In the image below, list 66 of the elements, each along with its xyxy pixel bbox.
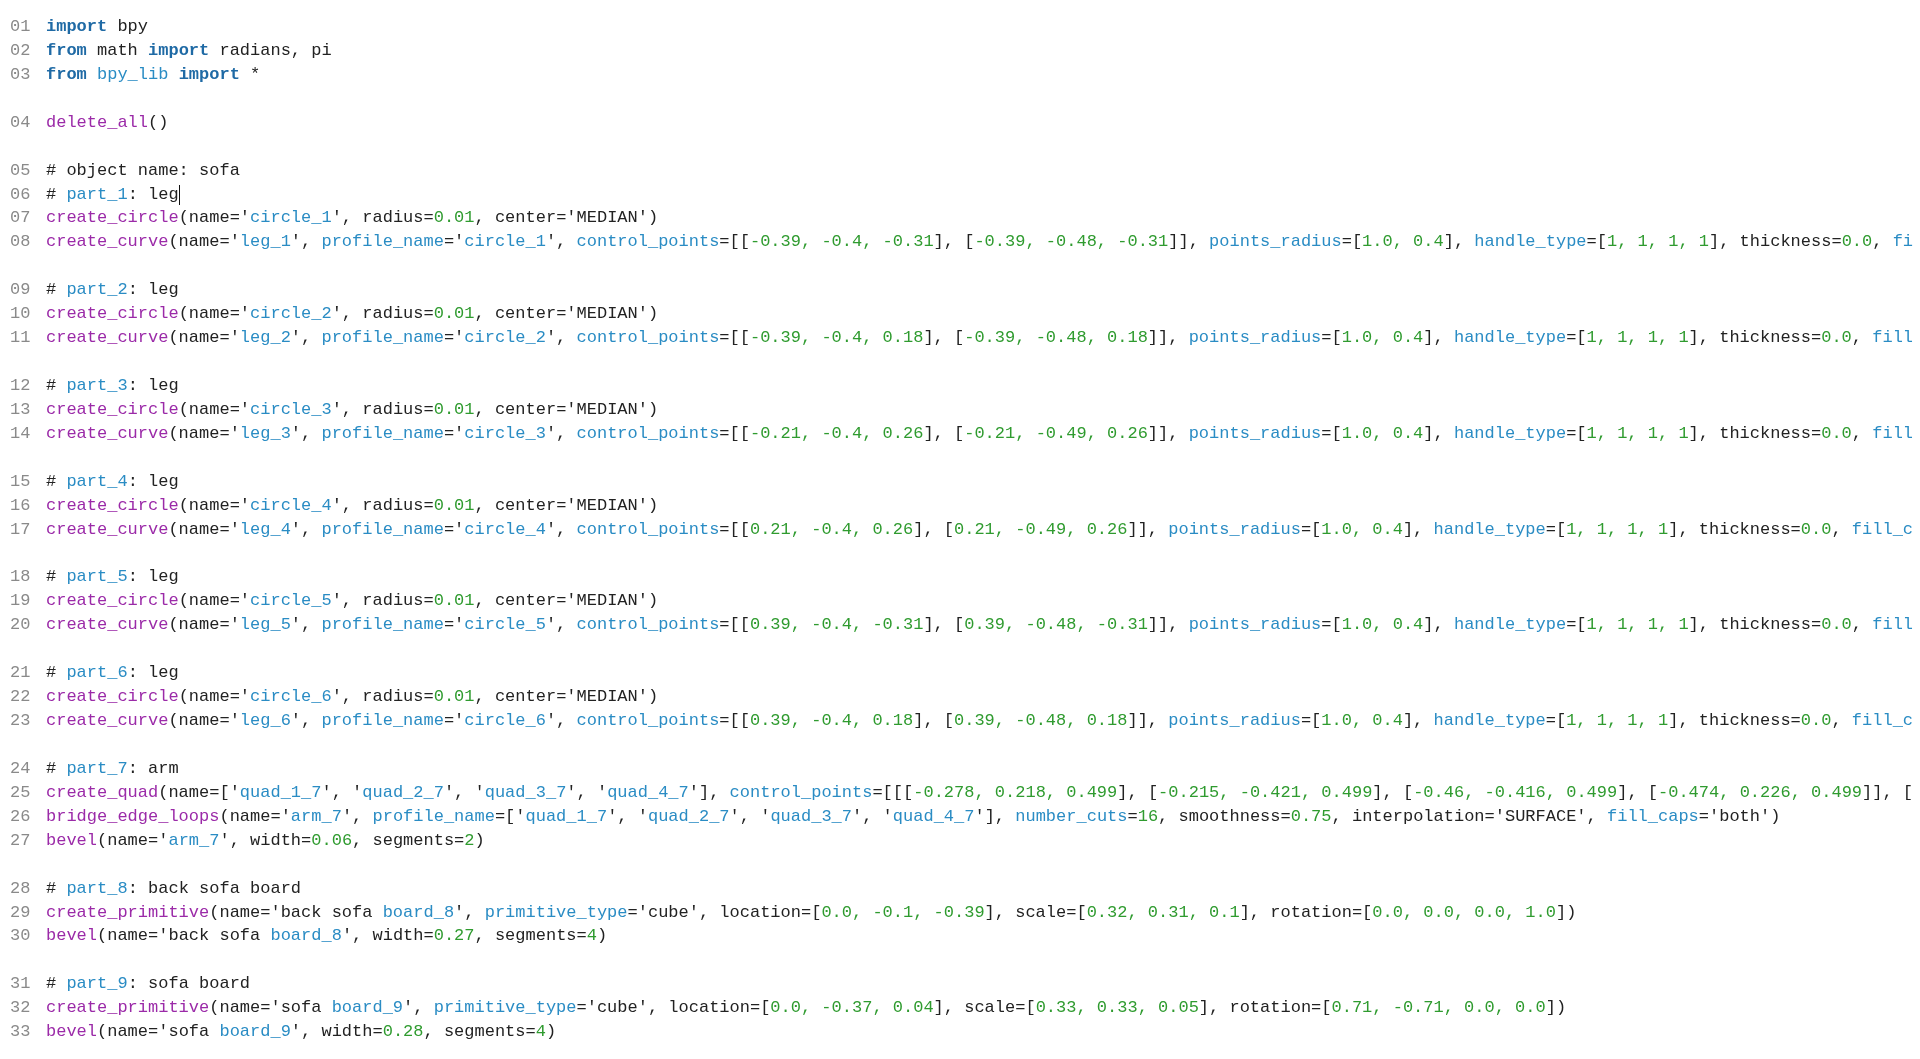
line-number: 19 [10, 590, 32, 613]
line-number: 17 [10, 518, 32, 541]
code-line: create_circle(name='circle_6', radius=0.01, center='MEDIAN') [46, 686, 659, 709]
line-number: 26 [10, 805, 32, 828]
code-line: create_quad(name=['quad_1_7', 'quad_2_7', 'quad_3_7', 'quad_4_7'], control_points=[[[-0.278, 0.218, 0.499], [-0.215, -0.421, 0.499], [-0.46, -0.416, 0.499], [-0.474, 0.226, 0.499]], [ [46, 781, 1914, 804]
line-number: 23 [10, 710, 32, 733]
code-line: create_circle(name='circle_3', radius=0.01, center='MEDIAN') [46, 398, 659, 421]
line-number: 06 [10, 183, 32, 206]
line-number: 01 [10, 16, 32, 38]
code-line: create_curve(name='leg_4', profile_name='circle_4', control_points=[[0.21, -0.4, 0.26], [0.21, -0.49, 0.26]], points_radius=[1.0, 0.4], handle_type=[1, 1, 1, 1], thickness=0.0, fill_c [46, 518, 1914, 541]
code-line: # object name: sofa [46, 159, 240, 182]
code-line: bevel(name='back sofa board_8', width=0.27, segments=4) [46, 925, 608, 948]
line-number: 21 [10, 662, 32, 685]
line-number: 24 [10, 757, 32, 780]
line-number: 11 [10, 327, 32, 350]
line-number: 30 [10, 925, 32, 948]
code-line: create_curve(name='leg_6', profile_name='circle_6', control_points=[[0.39, -0.4, 0.18], [0.39, -0.48, 0.18]], points_radius=[1.0, 0.4], handle_type=[1, 1, 1, 1], thickness=0.0, fill_c [46, 710, 1914, 733]
code-line: bridge_edge_loops(name='arm_7', profile_name=['quad_1_7', 'quad_2_7', 'quad_3_7', 'quad_4_7'], number_cuts=16, smoothness=0.75, interpolation='SURFACE', fill_caps='both') [46, 805, 1781, 828]
code-line: create_primitive(name='back sofa board_8', primitive_type='cube', location=[0.0, -0.1, -0.39], scale=[0.32, 0.31, 0.1], rotation=[0.0, 0.0, 0.0, 1.0]) [46, 901, 1577, 924]
line-number: 15 [10, 470, 32, 493]
code-line: bevel(name='sofa board_9', width=0.28, segments=4) [46, 1021, 557, 1044]
code-line: # part_6: leg [46, 662, 179, 685]
line-number: 25 [10, 781, 32, 804]
code-line: # part_2: leg [46, 279, 179, 302]
code-line: # part_7: arm [46, 757, 179, 780]
line-number: 10 [10, 303, 32, 326]
code-line: # part_3: leg [46, 375, 179, 397]
code-line: # part_8: back sofa board [46, 877, 302, 900]
line-number: 13 [10, 398, 32, 421]
code-line: # part_4: leg [46, 470, 179, 493]
code-line: create_curve(name='leg_3', profile_name='circle_3', control_points=[[-0.21, -0.4, 0.26], [-0.21, -0.49, 0.26]], points_radius=[1.0, 0.4], handle_type=[1, 1, 1, 1], thickness=0.0, fill [46, 422, 1914, 445]
code-line: create_curve(name='leg_1', profile_name='circle_1', control_points=[[-0.39, -0.4, -0.31], [-0.39, -0.48, -0.31]], points_radius=[1.0, 0.4], handle_type=[1, 1, 1, 1], thickness=0.0, fi [46, 231, 1914, 254]
line-number: 27 [10, 829, 32, 852]
line-number: 09 [10, 279, 32, 302]
code-line: create_circle(name='circle_4', radius=0.01, center='MEDIAN') [46, 494, 659, 517]
code-line: delete_all() [46, 111, 169, 134]
line-number: 14 [10, 422, 32, 445]
code-line: create_curve(name='leg_2', profile_name='circle_2', control_points=[[-0.39, -0.4, 0.18], [-0.39, -0.48, 0.18]], points_radius=[1.0, 0.4], handle_type=[1, 1, 1, 1], thickness=0.0, fill [46, 327, 1914, 350]
line-number: 05 [10, 159, 32, 182]
code-line: from math import radians, pi [46, 39, 332, 62]
line-number: 31 [10, 973, 32, 996]
line-number: 16 [10, 494, 32, 517]
line-number: 08 [10, 231, 32, 254]
code-line: create_circle(name='circle_1', radius=0.01, center='MEDIAN') [46, 207, 659, 230]
line-number: 02 [10, 39, 32, 62]
code-line: create_circle(name='circle_2', radius=0.01, center='MEDIAN') [46, 303, 659, 326]
line-number: 12 [10, 375, 32, 397]
code-line: # part_9: sofa board [46, 973, 251, 996]
code-line: import bpy [46, 16, 149, 38]
code-line: bevel(name='arm_7', width=0.06, segments=2) [46, 829, 485, 852]
line-number: 18 [10, 566, 32, 589]
line-number: 29 [10, 901, 32, 924]
code-line: from bpy_lib import * [46, 63, 261, 86]
line-number: 04 [10, 111, 32, 134]
code-line: create_circle(name='circle_5', radius=0.01, center='MEDIAN') [46, 590, 659, 613]
code-line: # part_5: leg [46, 566, 179, 589]
code-line: create_curve(name='leg_5', profile_name='circle_5', control_points=[[0.39, -0.4, -0.31], [0.39, -0.48, -0.31]], points_radius=[1.0, 0.4], handle_type=[1, 1, 1, 1], thickness=0.0, fill [46, 614, 1914, 637]
line-number: 03 [10, 63, 32, 86]
line-number: 28 [10, 877, 32, 900]
code-line: create_primitive(name='sofa board_9', primitive_type='cube', location=[0.0, -0.37, 0.04], scale=[0.33, 0.33, 0.05], rotation=[0.71, -0.71, 0.0, 0.0]) [46, 997, 1567, 1020]
line-number: 07 [10, 207, 32, 230]
line-number: 33 [10, 1021, 32, 1044]
line-number: 22 [10, 686, 32, 709]
code-line: # part_1: leg [46, 183, 179, 206]
line-number: 20 [10, 614, 32, 637]
line-number: 32 [10, 997, 32, 1020]
